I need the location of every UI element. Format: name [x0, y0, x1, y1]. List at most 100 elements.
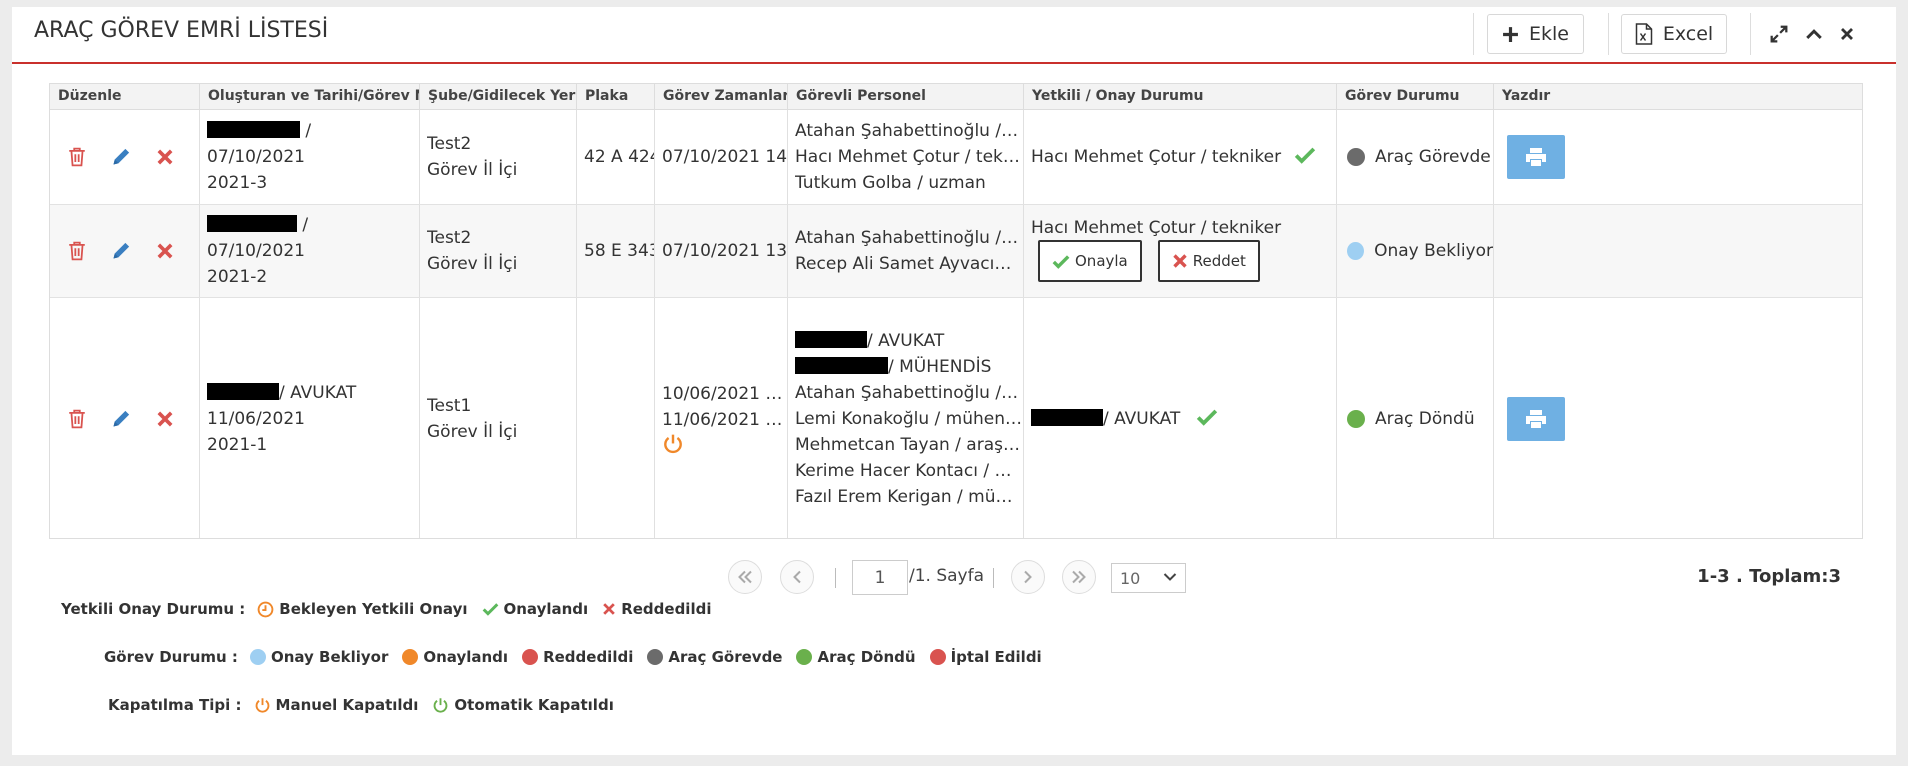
yetkili-name: Hacı Mehmet Çotur / tekniker [1031, 147, 1282, 167]
pencil-icon[interactable] [109, 239, 133, 263]
legend-text: Onaylandı [503, 600, 589, 618]
legend-item: Araç Döndü [796, 648, 916, 666]
olusturma-tarihi: 07/10/2021 [207, 147, 305, 167]
sube-cell: Test2 Görev İl İçi [420, 110, 577, 204]
status-dot [402, 649, 419, 665]
olusturan-suffix: / [300, 121, 312, 141]
check-icon [1295, 147, 1316, 164]
olusturan-suffix: / [297, 215, 309, 235]
add-button-label: Ekle [1529, 23, 1569, 45]
column-header-yetkili[interactable]: Yetkili / Onay Durumu [1024, 84, 1337, 110]
pencil-icon[interactable] [109, 145, 133, 169]
close-icon[interactable] [1832, 19, 1862, 49]
yetkili-cell: Hacı Mehmet Çotur / tekniker [1024, 110, 1337, 204]
gorev-baslangic: 10/06/2021 12:08 [662, 384, 787, 404]
legend-text: Reddedildi [543, 648, 634, 666]
printer-icon [1526, 148, 1546, 166]
legend-item: Otomatik Kapatıldı [432, 696, 614, 714]
personel-item: Fazıl Erem Kerigan / mühendis [795, 487, 1023, 507]
gorev-no: 2021-3 [207, 173, 268, 193]
status-dot [522, 649, 539, 665]
column-header-yazdir[interactable]: Yazdır [1494, 84, 1862, 110]
trash-icon[interactable] [65, 145, 89, 169]
gorev-emri-table: Düzenle Oluşturan ve Tarihi/Görev No Şub… [49, 83, 1863, 539]
status-dot [796, 649, 813, 665]
legend-item: Onaylandı [482, 600, 589, 618]
cancel-x-icon[interactable] [153, 145, 177, 169]
table-row: / 07/10/2021 2021-2 Test2 Görev İl İçi 5… [50, 205, 1862, 298]
table-row: / 07/10/2021 2021-3 Test2 Görev İl İçi 4… [50, 110, 1862, 205]
x-icon [1173, 254, 1187, 268]
reddet-button[interactable]: Reddet [1157, 240, 1260, 282]
onayla-button[interactable]: Onayla [1038, 240, 1142, 282]
olusturan-cell: / 07/10/2021 2021-3 [200, 110, 420, 204]
row-actions [50, 298, 200, 538]
last-page-button[interactable] [1062, 560, 1096, 594]
page-size-select[interactable]: 10 [1111, 563, 1186, 593]
column-header-gorev-durumu[interactable]: Görev Durumu [1337, 84, 1494, 110]
status-text: Araç Döndü [1375, 409, 1475, 429]
sube-cell: Test2 Görev İl İçi [420, 205, 577, 297]
redacted-name [207, 215, 297, 232]
pencil-icon[interactable] [109, 407, 133, 431]
collapse-chevron-icon[interactable] [1799, 19, 1829, 49]
column-header-duzenle[interactable]: Düzenle [50, 84, 200, 110]
gorev-emri-panel: ARAÇ GÖREV EMRİ LİSTESİ Ekle Excel Düzen… [12, 7, 1896, 755]
trash-icon[interactable] [65, 239, 89, 263]
expand-icon[interactable] [1764, 19, 1794, 49]
status-text: Onay Bekliyor [1374, 241, 1493, 261]
add-button[interactable]: Ekle [1487, 14, 1584, 54]
redacted-name [795, 357, 888, 374]
legend-label: Yetkili Onay Durumu : [61, 600, 246, 618]
olusturma-tarihi: 07/10/2021 [207, 241, 305, 261]
legend-item: Reddedildi [602, 600, 711, 618]
legend-text: Reddedildi [621, 600, 712, 618]
gorev-no: 2021-2 [207, 267, 268, 287]
cancel-x-icon[interactable] [153, 407, 177, 431]
check-icon [1196, 409, 1217, 426]
excel-button-label: Excel [1662, 23, 1714, 45]
trash-icon[interactable] [65, 407, 89, 431]
gorev-no: 2021-1 [207, 435, 268, 455]
olusturma-tarihi: 11/06/2021 [207, 409, 305, 429]
legend-item: Bekleyen Yetkili Onayı [257, 600, 468, 618]
yazdir-cell [1494, 205, 1862, 297]
personel-item: Kerime Hacer Kontacı / mühendis [795, 461, 1023, 481]
chevron-right-icon [1024, 570, 1032, 584]
personel-item: Lemi Konakoğlu / mühendis [795, 409, 1023, 429]
plaka-cell [577, 298, 655, 538]
column-header-olusturan[interactable]: Oluşturan ve Tarihi/Görev No [200, 84, 420, 110]
print-button[interactable] [1507, 135, 1565, 179]
legend-onay-durumu: Yetkili Onay Durumu : Bekleyen Yetkili O… [61, 597, 725, 621]
column-header-gorev-zamanlari[interactable]: Görev Zamanları [655, 84, 788, 110]
status-dot [647, 649, 664, 665]
legend-text: Bekleyen Yetkili Onayı [279, 600, 468, 618]
legend-text: Otomatik Kapatıldı [454, 696, 614, 714]
power-icon [434, 697, 448, 713]
legend-label: Kapatılma Tipi : [108, 696, 242, 714]
print-button[interactable] [1507, 397, 1565, 441]
power-icon [255, 697, 269, 713]
legend-text: İptal Edildi [950, 648, 1042, 666]
column-header-sube[interactable]: Şube/Gidilecek Yer [420, 84, 577, 110]
cancel-x-icon[interactable] [153, 239, 177, 263]
gorev-durumu-cell: Araç Görevde [1337, 110, 1494, 204]
prev-page-button[interactable] [780, 560, 814, 594]
redacted-name [795, 331, 867, 348]
legend-text: Araç Döndü [817, 648, 916, 666]
onayla-label: Onayla [1075, 252, 1128, 270]
next-page-button[interactable] [1011, 560, 1045, 594]
reddet-label: Reddet [1192, 252, 1246, 270]
page-number-input[interactable] [852, 560, 908, 595]
column-header-plaka[interactable]: Plaka [577, 84, 655, 110]
column-header-gorevli-personel[interactable]: Görevli Personel [788, 84, 1024, 110]
row-actions [50, 110, 200, 204]
pager-divider [993, 568, 994, 588]
gorev-bitis: 11/06/2021 12:07 [662, 410, 787, 430]
gidilecek-yer: Görev İl İçi [427, 160, 518, 180]
personel-item: / MÜHENDİS [888, 357, 992, 377]
first-page-button[interactable] [728, 560, 762, 594]
excel-button[interactable]: Excel [1621, 14, 1727, 54]
legend-item: Onay Bekliyor [249, 648, 388, 666]
page-size-value: 10 [1120, 568, 1141, 588]
